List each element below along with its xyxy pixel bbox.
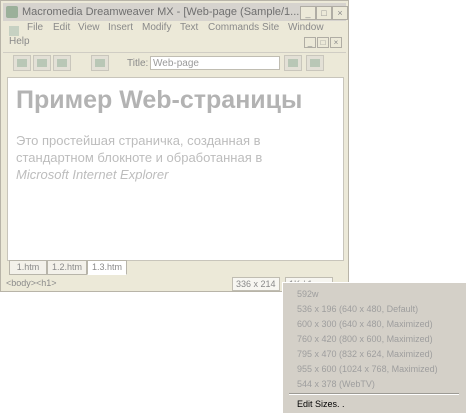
maximize-button[interactable]: □ — [316, 6, 332, 20]
design-view[interactable]: Пример Web-страницы Это простейшая стран… — [7, 77, 344, 261]
menu-site[interactable]: Site — [262, 22, 279, 33]
minimize-button[interactable]: _ — [300, 6, 316, 20]
menu-item-795x470[interactable]: 795 x 470 (832 x 624, Maximized) — [297, 349, 433, 359]
code-view-icon — [17, 59, 27, 67]
split-view-icon — [37, 59, 47, 67]
tab-1-2-htm[interactable]: 1.2.htm — [47, 260, 87, 275]
paragraph-line-1: Это простейшая страничка, созданная в — [16, 133, 261, 148]
menu-commands[interactable]: Commands — [208, 22, 259, 33]
window-title: Macromedia Dreamweaver MX - [Web-page (S… — [22, 6, 300, 18]
tab-1-3-htm[interactable]: 1.3.htm — [87, 260, 127, 275]
paragraph-italic: Microsoft Internet Explorer — [16, 167, 169, 182]
dreamweaver-window: Macromedia Dreamweaver MX - [Web-page (S… — [0, 0, 349, 292]
title-input[interactable] — [150, 56, 280, 70]
doc-minimize-button[interactable]: _ — [304, 37, 316, 48]
file-management-icon — [288, 59, 298, 67]
preview-browser-button[interactable] — [306, 55, 324, 71]
live-data-button[interactable] — [91, 55, 109, 71]
menu-item-600x300[interactable]: 600 x 300 (640 x 480, Maximized) — [297, 319, 433, 329]
dreamweaver-app-icon — [6, 6, 18, 18]
window-size-popup[interactable]: 336 x 214 — [232, 277, 280, 291]
menu-item-955x600[interactable]: 955 x 600 (1024 x 768, Maximized) — [297, 364, 438, 374]
menu-text[interactable]: Text — [180, 22, 198, 33]
title-label: Title: — [127, 58, 149, 69]
design-view-icon — [57, 59, 67, 67]
file-management-button[interactable] — [284, 55, 302, 71]
code-view-button[interactable] — [13, 55, 31, 71]
menu-edit[interactable]: Edit — [53, 22, 70, 33]
menu-item-592w[interactable]: 592w — [297, 289, 319, 299]
menu-item-760x420[interactable]: 760 x 420 (800 x 600, Maximized) — [297, 334, 433, 344]
menu-window[interactable]: Window — [288, 22, 324, 33]
document-toolbar: Title: — [3, 52, 346, 75]
menu-separator — [289, 393, 459, 395]
paragraph-line-2: стандартном блокноте и обработанная в — [16, 150, 263, 165]
close-button[interactable]: × — [332, 6, 348, 20]
live-data-icon — [95, 59, 105, 67]
menu-view[interactable]: View — [78, 22, 100, 33]
title-bar[interactable]: Macromedia Dreamweaver MX - [Web-page (S… — [3, 3, 348, 21]
menu-help[interactable]: Help — [9, 36, 30, 47]
window-size-menu: 592w 536 x 196 (640 x 480, Default) 600 … — [282, 282, 466, 413]
design-view-button[interactable] — [53, 55, 71, 71]
menu-bar: File Edit View Insert Modify Text Comman… — [3, 21, 346, 49]
split-view-button[interactable] — [33, 55, 51, 71]
menu-item-536x196[interactable]: 536 x 196 (640 x 480, Default) — [297, 304, 418, 314]
globe-icon — [310, 59, 320, 67]
edit-sizes-menu-item[interactable]: Edit Sizes. . — [297, 399, 345, 409]
tag-selector[interactable]: <body><h1> — [6, 278, 57, 288]
doc-close-button[interactable]: × — [330, 37, 342, 48]
menu-item-544x378[interactable]: 544 x 378 (WebTV) — [297, 379, 375, 389]
page-heading: Пример Web-страницы — [16, 86, 303, 114]
doc-restore-button[interactable]: □ — [317, 37, 329, 48]
document-icon[interactable] — [9, 26, 19, 36]
menu-modify[interactable]: Modify — [142, 22, 171, 33]
menu-insert[interactable]: Insert — [108, 22, 133, 33]
page-paragraph: Это простейшая страничка, созданная в ст… — [16, 132, 316, 183]
menu-file[interactable]: File — [27, 22, 43, 33]
tab-1-htm[interactable]: 1.htm — [9, 260, 47, 275]
